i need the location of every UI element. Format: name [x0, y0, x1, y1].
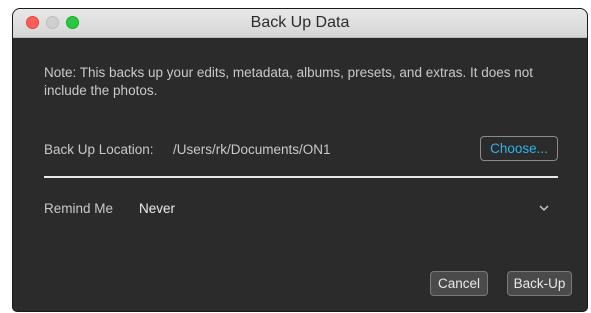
note-text: Note: This backs up your edits, metadata… [44, 65, 534, 98]
cancel-button[interactable]: Cancel [430, 271, 488, 296]
window-title: Back Up Data [250, 14, 350, 31]
backup-dialog: Back Up Data Note: This backs up your ed… [13, 9, 587, 311]
title-bar: Back Up Data [13, 9, 587, 38]
choose-button[interactable]: Choose... [480, 136, 558, 161]
divider [44, 176, 558, 178]
chevron-down-icon [539, 205, 549, 211]
back-up-button[interactable]: Back-Up [507, 271, 572, 296]
remind-me-dropdown[interactable]: Never [139, 195, 559, 221]
remind-me-label: Remind Me [44, 201, 114, 216]
remind-me-value: Never [139, 201, 176, 216]
backup-location-path: /Users/rk/Documents/ON1 [173, 142, 331, 157]
backup-location-label: Back Up Location: [44, 142, 154, 157]
